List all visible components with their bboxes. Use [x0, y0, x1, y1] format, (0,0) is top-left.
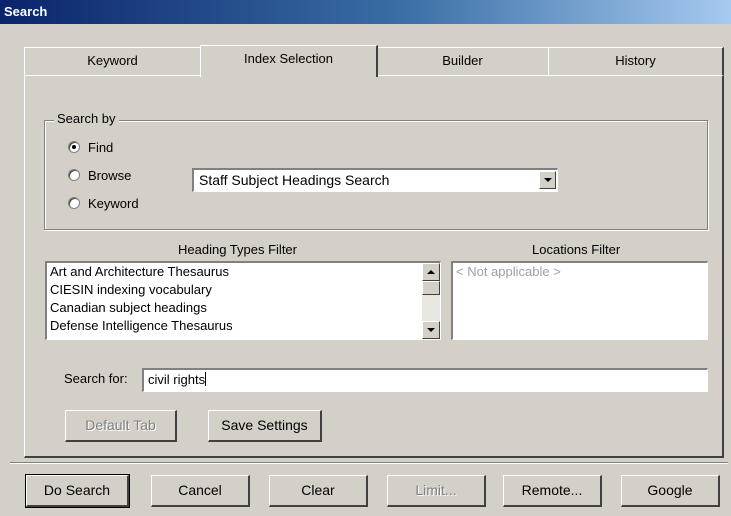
radio-find-indicator[interactable]: [68, 141, 80, 153]
title-bar: Search: [0, 0, 731, 24]
radio-browse[interactable]: Browse: [68, 166, 131, 184]
tab-keyword-label: Keyword: [87, 53, 138, 68]
heading-types-scrollbar[interactable]: [422, 263, 440, 339]
index-select-dropdown-button[interactable]: [539, 171, 556, 189]
index-select[interactable]: Staff Subject Headings Search: [192, 168, 558, 192]
search-by-legend: Search by: [54, 111, 119, 126]
search-for-label: Search for:: [64, 371, 128, 386]
radio-browse-indicator[interactable]: [68, 169, 80, 181]
radio-find-label: Find: [88, 139, 114, 155]
list-item[interactable]: Defense Intelligence Thesaurus: [47, 317, 440, 335]
scroll-up-button[interactable]: [422, 263, 440, 281]
tab-index-selection[interactable]: Index Selection: [200, 45, 378, 77]
chevron-down-icon: [543, 178, 552, 182]
chevron-up-icon: [427, 270, 435, 274]
index-select-value: Staff Subject Headings Search: [199, 172, 390, 188]
radio-keyword-indicator[interactable]: [68, 197, 80, 209]
list-item[interactable]: Art and Architecture Thesaurus: [47, 263, 440, 281]
save-settings-button[interactable]: Save Settings: [208, 410, 322, 442]
search-for-value: civil rights: [148, 372, 206, 387]
search-window: Search Keyword Index Selection Builder H…: [0, 0, 731, 516]
locations-placeholder: < Not applicable >: [456, 264, 561, 279]
chevron-down-icon: [427, 328, 435, 332]
radio-find[interactable]: Find: [68, 138, 113, 156]
tab-index-selection-label: Index Selection: [244, 51, 333, 66]
default-tab-button[interactable]: Default Tab: [65, 410, 177, 442]
radio-browse-label: Browse: [88, 167, 132, 183]
google-button[interactable]: Google: [621, 475, 720, 507]
remote-button[interactable]: Remote...: [503, 475, 602, 507]
heading-types-filter-label: Heading Types Filter: [178, 242, 297, 257]
cancel-button[interactable]: Cancel: [151, 475, 250, 507]
tab-history-label: History: [615, 53, 656, 68]
scroll-down-button[interactable]: [422, 321, 440, 339]
do-search-button[interactable]: Do Search: [25, 474, 130, 508]
heading-types-list[interactable]: Art and Architecture Thesaurus CIESIN in…: [45, 261, 441, 340]
limit-button[interactable]: Limit...: [387, 475, 486, 507]
locations-filter-label: Locations Filter: [532, 242, 621, 257]
radio-keyword-label: Keyword: [88, 195, 139, 211]
radio-keyword[interactable]: Keyword: [68, 194, 139, 212]
tab-history[interactable]: History: [548, 47, 724, 75]
window-title: Search: [4, 4, 48, 19]
footer-separator: [10, 462, 728, 464]
list-item[interactable]: Canadian subject headings: [47, 299, 440, 317]
list-item[interactable]: CIESIN indexing vocabulary: [47, 281, 440, 299]
clear-button[interactable]: Clear: [269, 475, 368, 507]
tab-builder[interactable]: Builder: [376, 47, 550, 75]
tab-keyword[interactable]: Keyword: [24, 47, 202, 75]
tab-builder-label: Builder: [442, 53, 483, 68]
locations-list[interactable]: < Not applicable >: [451, 261, 708, 340]
search-for-input[interactable]: civil rights: [142, 368, 708, 392]
scroll-thumb[interactable]: [422, 281, 440, 295]
text-caret: [205, 372, 207, 386]
